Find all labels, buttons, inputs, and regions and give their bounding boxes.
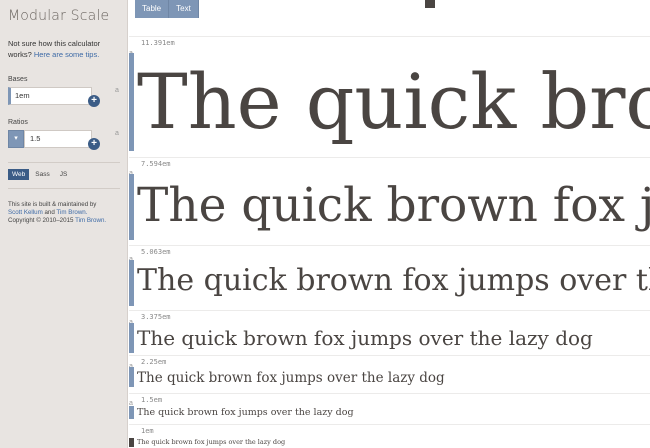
- copyright-link[interactable]: Tim Brown.: [75, 217, 106, 224]
- size-bar: [129, 367, 134, 387]
- credits-line: This site is built & maintained by: [8, 201, 97, 208]
- scale-row: 7.594em a The quick brown fox jumps over…: [129, 157, 650, 245]
- tab-text[interactable]: Text: [169, 0, 199, 18]
- size-bar: [129, 174, 134, 240]
- scale-row: 2.25em a The quick brown fox jumps over …: [129, 355, 650, 393]
- add-base-button[interactable]: +: [88, 95, 100, 107]
- sample-text: The quick brown fox jumps over the lazy …: [137, 178, 650, 233]
- em-value: 7.594em: [141, 160, 171, 168]
- scale-row: 11.391em a The quick brown fox jumps ove…: [129, 36, 650, 157]
- sample-text: The quick brown fox jumps over the lazy …: [137, 370, 445, 386]
- sample-text: The quick brown fox jumps over the lazy …: [137, 407, 354, 418]
- sidebar: Modular Scale Not sure how this calculat…: [0, 0, 128, 448]
- credits: This site is built & maintained by Scott…: [8, 201, 119, 225]
- ratio-input[interactable]: 1.5: [24, 130, 92, 148]
- help-link[interactable]: Here are some tips.: [34, 50, 99, 59]
- sample-text: The quick brown fox jumps over the lazy …: [137, 57, 650, 146]
- em-value: 1.5em: [141, 396, 163, 404]
- scale-row: 3.375em a The quick brown fox jumps over…: [129, 310, 650, 355]
- credits-authors: Scott Kellum and Tim Brown.: [8, 209, 119, 217]
- tab-sass[interactable]: Sass: [31, 169, 53, 180]
- scale-table: 11.391em a The quick brown fox jumps ove…: [129, 0, 650, 448]
- tab-web[interactable]: Web: [8, 169, 30, 180]
- bases-label: Bases: [8, 76, 28, 83]
- app-title: Modular Scale: [8, 8, 110, 24]
- sample-text: The quick brown fox jumps over the lazy …: [137, 326, 593, 350]
- size-bar: [129, 53, 134, 151]
- bases-marker: a: [115, 87, 119, 94]
- add-ratio-button[interactable]: +: [88, 138, 100, 150]
- copyright: Copyright © 2010–2015 Tim Brown.: [8, 217, 119, 225]
- scale-row: 1.5em a The quick brown fox jumps over t…: [129, 393, 650, 424]
- tab-js[interactable]: JS: [56, 169, 72, 180]
- size-bar: [129, 260, 134, 306]
- view-tabs: Table Text: [135, 0, 199, 18]
- bases-input-row: 1em + a: [8, 87, 121, 107]
- size-bar: [129, 438, 134, 447]
- em-value: 1em: [141, 427, 154, 435]
- sample-text: The quick brown fox jumps over the lazy …: [137, 263, 650, 298]
- scale-row: 5.063em a The quick brown fox jumps over…: [129, 245, 650, 310]
- output-tabs: Web Sass JS: [8, 169, 119, 180]
- em-value: 11.391em: [141, 39, 175, 47]
- ratios-label: Ratios: [8, 119, 28, 126]
- em-value: 5.063em: [141, 248, 171, 256]
- tab-table[interactable]: Table: [135, 0, 170, 18]
- copyright-text: Copyright © 2010–2015: [8, 217, 76, 224]
- scale-row: 1em The quick brown fox jumps over the l…: [129, 424, 650, 448]
- divider: [8, 188, 120, 189]
- em-value: 3.375em: [141, 313, 171, 321]
- credits-and: and: [42, 209, 57, 216]
- size-bar: [129, 406, 134, 419]
- author-link-tim[interactable]: Tim Brown.: [56, 209, 87, 216]
- help-text: Not sure how this calculator works? Here…: [8, 38, 119, 60]
- sample-text: The quick brown fox jumps over the lazy …: [137, 438, 286, 446]
- size-bar: [129, 323, 134, 353]
- em-value: 2.25em: [141, 358, 167, 366]
- ratio-select-dropdown[interactable]: ▾: [8, 130, 24, 148]
- bases-input[interactable]: 1em: [8, 87, 92, 105]
- divider: [8, 162, 120, 163]
- oversized-glyph-fragment: [425, 0, 435, 8]
- ratios-input-row: ▾ 1.5 + a: [8, 130, 121, 150]
- author-link-scott[interactable]: Scott Kellum: [8, 209, 43, 216]
- ratios-marker: a: [115, 130, 119, 137]
